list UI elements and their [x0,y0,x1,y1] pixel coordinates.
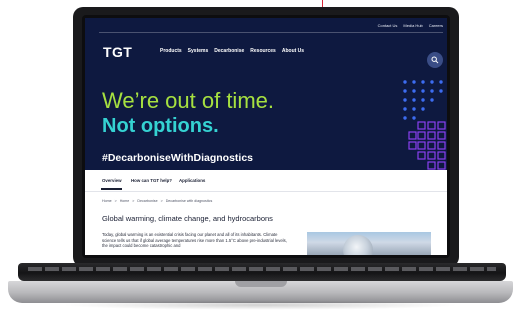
header-divider [99,32,443,33]
hero-headline-secondary: Not options. [102,115,219,137]
search-icon [431,56,439,64]
nav-item-resources[interactable]: Resources [250,48,276,54]
keyboard-keys [28,267,496,271]
section-title: Global warming, climate change, and hydr… [102,214,273,223]
decorative-dot-pattern [403,80,446,170]
laptop-keyboard-hinge [18,263,506,281]
nav-item-decarbonise[interactable]: Decarbonise [214,48,244,54]
utility-nav: Contact Us Media Hub Careers [378,23,443,28]
hero-hashtag: #DecarboniseWithDiagnostics [102,152,254,164]
utility-link-media-hub[interactable]: Media Hub [403,23,422,28]
hero-headline-primary: We’re out of time. [102,88,274,113]
breadcrumb-separator: > [132,199,135,203]
main-nav: Products Systems Decarbonise Resources A… [160,48,304,54]
breadcrumb-current: Decarbonise with diagnostics [165,199,213,203]
search-button[interactable] [427,52,443,68]
section-body-text: Today, global warming is an existential … [102,232,287,249]
tab-active-indicator [101,188,122,190]
laptop-mockup-stage: Contact Us Media Hub Careers TGT Product… [0,0,521,315]
laptop-shadow [60,300,460,310]
nav-item-systems[interactable]: Systems [188,48,209,54]
breadcrumb-separator: > [160,199,163,203]
tab-applications[interactable]: Applications [179,178,205,183]
utility-link-careers[interactable]: Careers [429,23,443,28]
tab-overview[interactable]: Overview [102,178,122,183]
breadcrumb-decarbonise[interactable]: Decarbonise [137,199,157,203]
laptop-bezel: Contact Us Media Hub Careers TGT Product… [82,15,450,258]
laptop-screen: Contact Us Media Hub Careers TGT Product… [85,18,447,255]
breadcrumb-home[interactable]: Home [102,199,112,203]
hero-section: Contact Us Media Hub Careers TGT Product… [85,18,447,170]
nav-item-about-us[interactable]: About Us [282,48,304,54]
breadcrumb-separator: > [114,199,117,203]
breadcrumb-home-2[interactable]: Home [120,199,130,203]
laptop-trackpad-notch [235,281,287,287]
section-image [307,232,431,255]
page-tabs: Overview How can TGT help? Applications [85,170,447,192]
globe-image [343,235,373,255]
site-logo[interactable]: TGT [103,44,132,60]
nav-item-products[interactable]: Products [160,48,182,54]
breadcrumb: Home > Home > Decarbonise > Decarbonise … [102,199,212,203]
utility-link-contact[interactable]: Contact Us [378,23,398,28]
tab-how-can-tgt-help[interactable]: How can TGT help? [131,178,172,183]
